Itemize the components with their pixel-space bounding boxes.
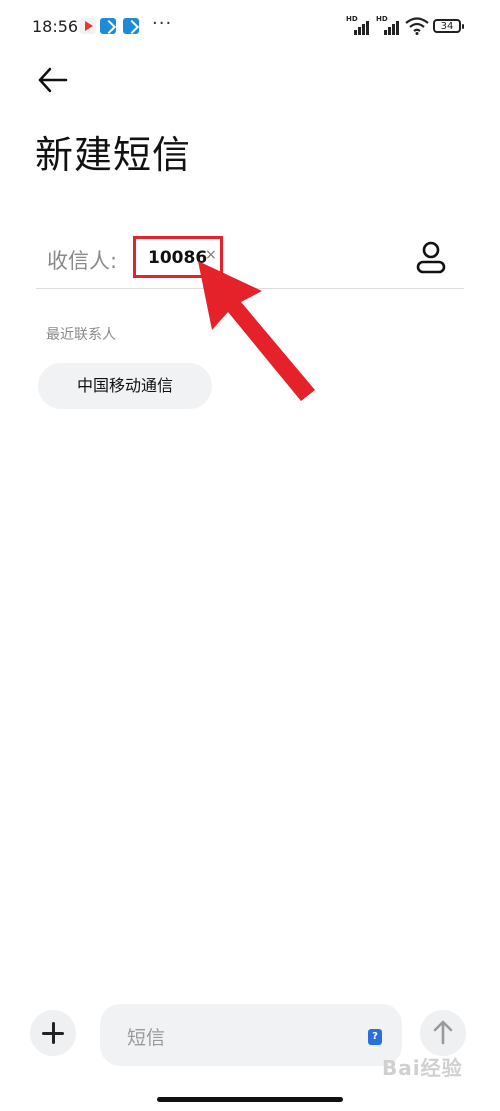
app-notification-icon (100, 18, 116, 34)
message-input[interactable]: 短信 ? (100, 1004, 402, 1066)
plus-icon[interactable] (30, 1010, 76, 1056)
contact-icon[interactable] (414, 240, 448, 276)
page-title: 新建短信 (35, 133, 192, 177)
send-arrow-icon[interactable] (420, 1010, 466, 1056)
annotation-arrow-icon (198, 261, 315, 401)
status-time: 18:56 (32, 17, 79, 36)
app-notification-icon (123, 18, 139, 34)
sim-card-icon[interactable]: ? (368, 1029, 382, 1045)
hd-label: HD (346, 15, 358, 23)
play-notification-icon (80, 18, 96, 34)
back-arrow-icon[interactable] (34, 64, 74, 96)
hd-label: HD (376, 15, 388, 23)
message-placeholder: 短信 (127, 1027, 166, 1049)
battery-icon: 34 (433, 19, 464, 33)
signal-icon: HD (376, 15, 402, 35)
recipient-label: 收信人: (47, 249, 118, 273)
watermark-logo: Bai经验 (382, 1056, 463, 1080)
more-notifications-icon: ··· (152, 13, 173, 34)
wifi-icon (405, 17, 429, 35)
home-indicator[interactable] (157, 1097, 343, 1102)
status-bar: 18:56 ··· HD HD 34 (0, 0, 500, 56)
signal-icon: HD (346, 15, 372, 35)
recent-contacts-title: 最近联系人 (46, 327, 116, 343)
recent-contact-item[interactable]: 中国移动通信 (38, 363, 212, 409)
